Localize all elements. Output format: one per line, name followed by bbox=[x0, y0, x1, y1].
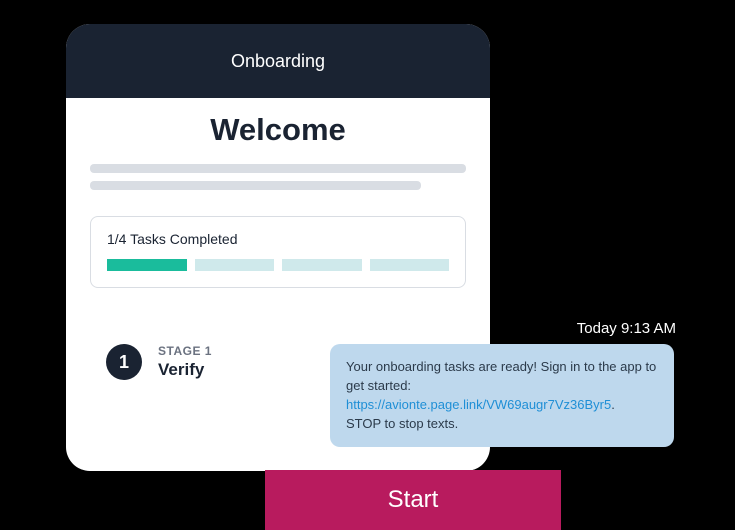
progress-segment-todo bbox=[370, 259, 450, 271]
card-header: Onboarding bbox=[66, 24, 490, 98]
start-button[interactable]: Start bbox=[265, 470, 561, 530]
progress-bar bbox=[107, 259, 449, 271]
placeholder-line bbox=[90, 181, 421, 190]
stage-label: STAGE 1 bbox=[158, 344, 212, 358]
message-period: . bbox=[611, 397, 615, 412]
placeholder-line bbox=[90, 164, 466, 173]
progress-segment-done bbox=[107, 259, 187, 271]
stage-text: STAGE 1 Verify bbox=[158, 344, 212, 380]
message-timestamp: Today 9:13 AM bbox=[577, 320, 676, 337]
progress-text: 1/4 Tasks Completed bbox=[107, 231, 449, 247]
header-title: Onboarding bbox=[231, 51, 325, 72]
progress-card: 1/4 Tasks Completed bbox=[90, 216, 466, 288]
message-link[interactable]: https://avionte.page.link/VW69augr7Vz36B… bbox=[346, 397, 611, 412]
welcome-title: Welcome bbox=[90, 112, 466, 148]
progress-segment-todo bbox=[282, 259, 362, 271]
start-button-label: Start bbox=[388, 486, 439, 514]
stage-name: Verify bbox=[158, 360, 212, 380]
message-body-post: STOP to stop texts. bbox=[346, 416, 458, 431]
message-body-pre: Your onboarding tasks are ready! Sign in… bbox=[346, 359, 656, 393]
sms-message-bubble: Your onboarding tasks are ready! Sign in… bbox=[330, 344, 674, 447]
progress-segment-todo bbox=[195, 259, 275, 271]
stage-number-badge: 1 bbox=[106, 344, 142, 380]
